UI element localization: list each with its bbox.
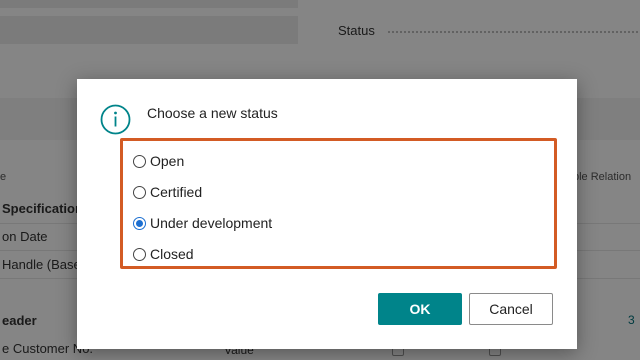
radio-button[interactable] — [133, 247, 146, 261]
option-closed[interactable]: Closed — [133, 244, 194, 264]
radio-button-selected[interactable] — [133, 216, 146, 230]
option-label: Closed — [150, 246, 194, 262]
ok-button[interactable]: OK — [378, 293, 462, 325]
option-certified[interactable]: Certified — [133, 182, 202, 202]
info-icon — [100, 104, 131, 135]
option-label: Certified — [150, 184, 203, 200]
radio-button[interactable] — [133, 154, 146, 168]
option-label: Open — [150, 153, 185, 169]
status-options-group: Open Certified Under development Closed — [120, 138, 557, 269]
status-dialog: Choose a new status Open Certified Under… — [77, 79, 577, 349]
dialog-title: Choose a new status — [147, 105, 278, 121]
option-open[interactable]: Open — [133, 151, 184, 171]
radio-button[interactable] — [133, 185, 146, 199]
option-label: Under development — [150, 215, 273, 231]
cancel-button[interactable]: Cancel — [469, 293, 553, 325]
option-under-development[interactable]: Under development — [133, 213, 272, 233]
